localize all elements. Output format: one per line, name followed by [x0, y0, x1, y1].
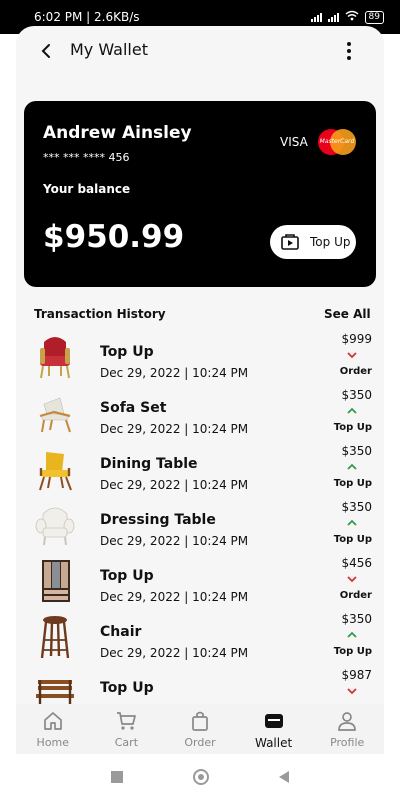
- transaction-amount: $350: [341, 388, 372, 402]
- transaction-type: Top Up: [333, 478, 372, 489]
- profile-icon: [338, 712, 357, 731]
- transaction-type: Top Up: [333, 646, 372, 657]
- nav-order-label: Order: [184, 736, 216, 749]
- transaction-amount: $350: [341, 500, 372, 514]
- transaction-row[interactable]: Chair Dec 29, 2022 | 10:24 PM $350 Top U…: [16, 612, 384, 668]
- transaction-title: Top Up: [100, 568, 154, 584]
- transaction-type: Order: [339, 366, 372, 377]
- wallet-screen: My Wallet Andrew Ainsley *** *** **** 45…: [16, 26, 384, 754]
- transaction-row[interactable]: Dressing Table Dec 29, 2022 | 10:24 PM $…: [16, 500, 384, 556]
- recent-apps-icon[interactable]: [111, 771, 123, 783]
- balance-label: Your balance: [43, 182, 131, 196]
- bench-icon: [36, 680, 74, 704]
- signal-icon: [310, 12, 322, 22]
- transaction-title: Sofa Set: [100, 400, 167, 416]
- transaction-title: Dining Table: [100, 456, 198, 472]
- home-icon: [43, 712, 62, 730]
- system-navigation-bar: [0, 754, 400, 800]
- transaction-history-title: Transaction History: [34, 307, 166, 321]
- transaction-title: Top Up: [100, 344, 154, 360]
- transaction-type: Order: [339, 590, 372, 601]
- transaction-row[interactable]: Dining Table Dec 29, 2022 | 10:24 PM $35…: [16, 444, 384, 500]
- transaction-date: Dec 29, 2022 | 10:24 PM: [100, 590, 249, 604]
- top-up-button[interactable]: Top Up: [270, 225, 356, 259]
- armchair-red-icon: [40, 337, 70, 379]
- transaction-row[interactable]: Top Up Dec 29, 2022 | 10:24 PM $999 Orde…: [16, 332, 384, 388]
- nav-cart[interactable]: Cart: [92, 704, 160, 754]
- cart-icon: [117, 712, 137, 730]
- transaction-row[interactable]: Top Up Dec 29, 2022 | 10:24 PM $456 Orde…: [16, 556, 384, 612]
- visa-logo: VISA: [280, 135, 308, 149]
- mastercard-logo: MasterCard: [318, 129, 356, 155]
- transaction-amount: $350: [341, 612, 372, 626]
- signal-icon-2: [327, 12, 339, 22]
- transaction-date: Dec 29, 2022 | 10:24 PM: [100, 534, 249, 548]
- nav-wallet-label: Wallet: [254, 736, 293, 750]
- transaction-date: Dec 29, 2022 | 10:24 PM: [100, 478, 249, 492]
- transaction-date: Dec 29, 2022 | 10:24 PM: [100, 422, 249, 436]
- arrow-up-icon: [347, 519, 357, 526]
- arrow-down-icon: [347, 576, 357, 583]
- battery-icon: 89: [364, 10, 384, 24]
- wifi-icon: [345, 10, 359, 24]
- transaction-amount: $987: [341, 668, 372, 682]
- top-up-label: Top Up: [310, 235, 351, 249]
- back-triangle-icon[interactable]: [279, 771, 289, 783]
- lounge-chair-icon: [39, 397, 71, 433]
- yellow-chair-icon: [39, 452, 72, 491]
- transaction-type: Top Up: [333, 422, 372, 433]
- transaction-amount: $999: [341, 332, 372, 346]
- white-armchair-icon: [35, 507, 75, 546]
- nav-cart-label: Cart: [114, 736, 139, 749]
- top-up-icon: [281, 234, 299, 250]
- back-arrow-icon[interactable]: [38, 40, 56, 62]
- app-header: My Wallet: [16, 26, 384, 76]
- card-holder-name: Andrew Ainsley: [43, 123, 192, 143]
- wallet-card: Andrew Ainsley *** *** **** 456 VISA Mas…: [24, 101, 376, 287]
- status-icons: 89: [310, 10, 384, 24]
- home-button-icon[interactable]: [193, 769, 209, 785]
- transaction-title: Chair: [100, 624, 142, 640]
- wardrobe-icon: [42, 560, 70, 602]
- transaction-title: Dressing Table: [100, 512, 216, 528]
- card-number: *** *** **** 456: [43, 151, 130, 164]
- transaction-date: Dec 29, 2022 | 10:24 PM: [100, 646, 249, 660]
- nav-profile[interactable]: Profile: [313, 704, 381, 754]
- transaction-type: Top Up: [333, 534, 372, 545]
- transaction-title: Top Up: [100, 680, 154, 696]
- transaction-row[interactable]: Top Up $987: [16, 668, 384, 704]
- wallet-icon: [264, 714, 283, 728]
- arrow-up-icon: [347, 631, 357, 638]
- see-all-link[interactable]: See All: [324, 307, 371, 321]
- transaction-list: Top Up Dec 29, 2022 | 10:24 PM $999 Orde…: [16, 332, 384, 704]
- more-options-icon[interactable]: [346, 42, 352, 60]
- transaction-amount: $350: [341, 444, 372, 458]
- nav-wallet[interactable]: Wallet: [240, 704, 308, 754]
- arrow-down-icon: [347, 688, 357, 695]
- stool-icon: [40, 616, 70, 659]
- bottom-navigation: Home Cart Order Wallet Profile: [16, 704, 384, 754]
- transaction-amount: $456: [341, 556, 372, 570]
- nav-order[interactable]: Order: [166, 704, 234, 754]
- arrow-down-icon: [347, 352, 357, 359]
- balance-value: $950.99: [43, 219, 185, 255]
- arrow-up-icon: [347, 463, 357, 470]
- nav-home-label: Home: [36, 736, 70, 749]
- transaction-row[interactable]: Sofa Set Dec 29, 2022 | 10:24 PM $350 To…: [16, 388, 384, 444]
- arrow-up-icon: [347, 407, 357, 414]
- nav-profile-label: Profile: [330, 736, 365, 749]
- bag-icon: [192, 711, 208, 731]
- page-title: My Wallet: [70, 40, 148, 59]
- transaction-date: Dec 29, 2022 | 10:24 PM: [100, 366, 249, 380]
- status-time: 6:02 PM | 2.6KB/s: [34, 10, 140, 24]
- nav-home[interactable]: Home: [19, 704, 87, 754]
